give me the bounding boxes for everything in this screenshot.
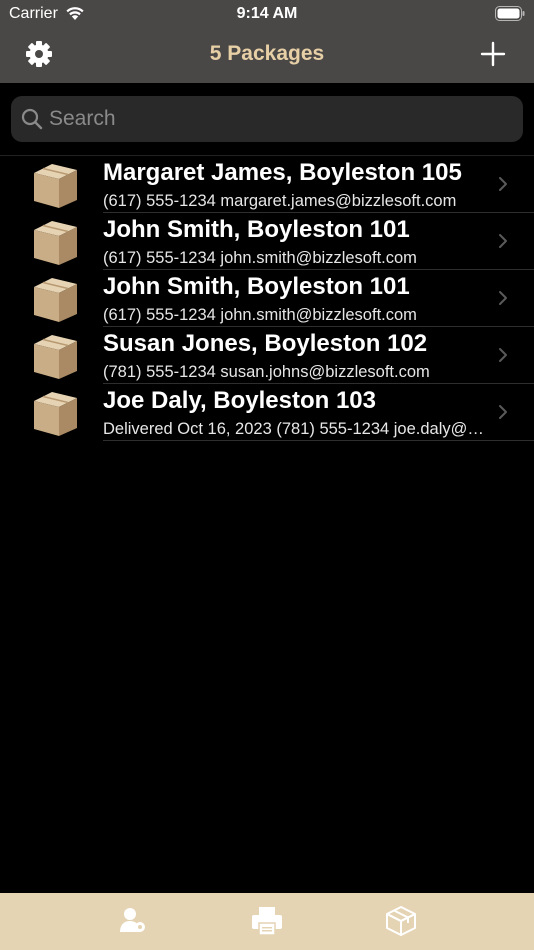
package-box-icon <box>34 278 77 322</box>
package-row[interactable]: Susan Jones, Boyleston 102 (781) 555-123… <box>0 327 534 384</box>
recipient-contact: (617) 555-1234 john.smith@bizzlesoft.com <box>103 306 417 324</box>
recipient-name: John Smith, Boyleston 101 <box>103 216 410 243</box>
package-list: Margaret James, Boyleston 105 (617) 555-… <box>0 155 534 441</box>
users-icon[interactable] <box>116 905 150 937</box>
search-input[interactable] <box>49 96 509 142</box>
chevron-right-icon <box>499 291 507 305</box>
recipient-name: John Smith, Boyleston 101 <box>103 273 410 300</box>
recipient-contact: (617) 555-1234 margaret.james@bizzlesoft… <box>103 192 457 210</box>
chevron-right-icon <box>499 405 507 419</box>
printer-icon[interactable] <box>250 905 284 937</box>
chevron-right-icon <box>499 234 507 248</box>
recipient-name: Joe Daly, Boyleston 103 <box>103 387 376 414</box>
package-row[interactable]: John Smith, Boyleston 101 (617) 555-1234… <box>0 270 534 327</box>
chevron-right-icon <box>499 177 507 191</box>
package-row[interactable]: Joe Daly, Boyleston 103 Delivered Oct 16… <box>0 384 534 441</box>
battery-icon <box>495 6 525 21</box>
recipient-name: Susan Jones, Boyleston 102 <box>103 330 428 357</box>
package-box-icon <box>34 164 77 208</box>
recipient-contact: (617) 555-1234 john.smith@bizzlesoft.com <box>103 249 417 267</box>
package-box-icon <box>34 335 77 379</box>
plus-icon[interactable] <box>480 41 506 67</box>
recipient-contact: (781) 555-1234 susan.johns@bizzlesoft.co… <box>103 363 430 381</box>
package-row[interactable]: John Smith, Boyleston 101 (617) 555-1234… <box>0 213 534 270</box>
package-row[interactable]: Margaret James, Boyleston 105 (617) 555-… <box>0 156 534 213</box>
navigation-header: Carrier 9:14 AM 5 Packages <box>0 0 534 83</box>
clock: 9:14 AM <box>236 5 298 22</box>
page-title: 5 Packages <box>209 42 325 65</box>
package-icon[interactable] <box>384 905 418 937</box>
search-bar[interactable] <box>11 96 523 142</box>
package-box-icon <box>34 221 77 265</box>
status-bar: Carrier 9:14 AM <box>0 0 534 30</box>
recipient-name: Margaret James, Boyleston 105 <box>103 159 462 186</box>
search-icon <box>21 108 43 130</box>
tab-bar <box>0 893 534 950</box>
chevron-right-icon <box>499 348 507 362</box>
recipient-contact: Delivered Oct 16, 2023 (781) 555-1234 jo… <box>103 420 488 438</box>
row-divider <box>103 440 534 441</box>
package-box-icon <box>34 392 77 436</box>
